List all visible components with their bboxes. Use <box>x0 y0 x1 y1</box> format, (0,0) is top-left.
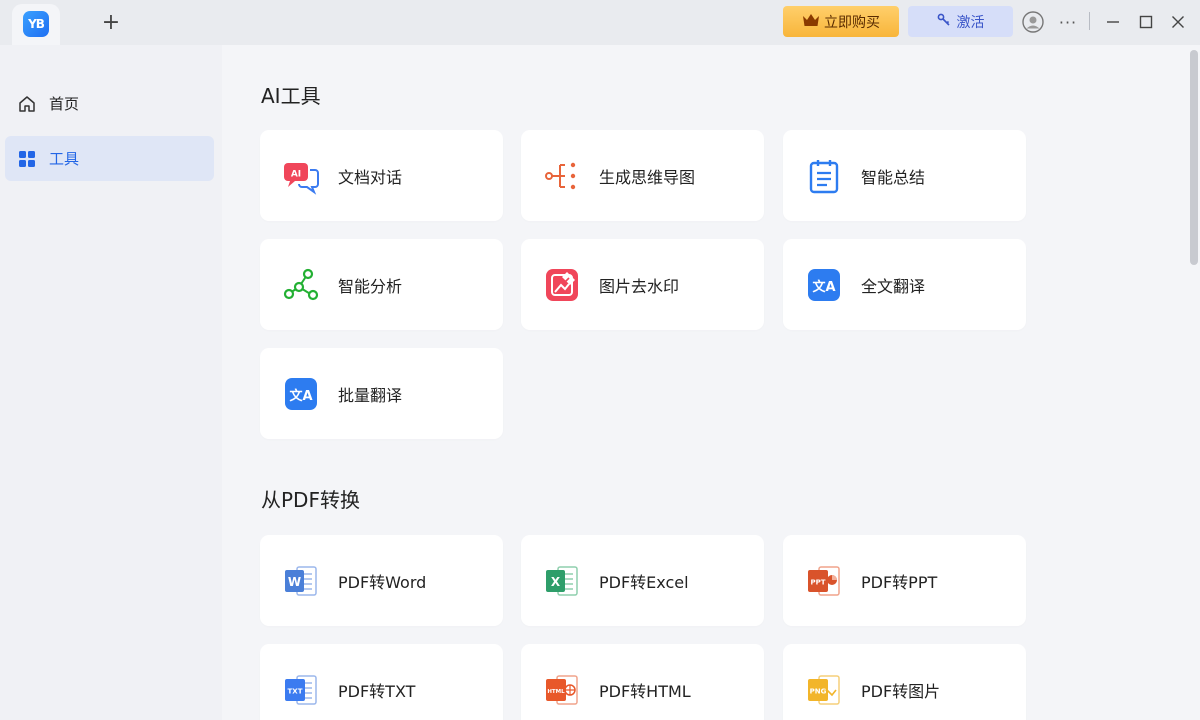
activate-label: 激活 <box>956 14 985 31</box>
txt-icon: TXT <box>282 671 320 709</box>
tool-card-label: 全文翻译 <box>861 276 926 296</box>
sidebar-item-label: 首页 <box>49 95 80 113</box>
tool-card-pdf-to-html[interactable]: HTML PDF转HTML <box>521 644 764 720</box>
buy-now-label: 立即购买 <box>824 14 880 31</box>
tool-card-pdf-to-image[interactable]: PNG PDF转图片 <box>783 644 1026 720</box>
batch-translate-icon: 文A <box>282 375 320 413</box>
tool-card-pdf-to-ppt[interactable]: PPT PDF转PPT <box>783 535 1026 626</box>
tool-card-pdf-to-excel[interactable]: X PDF转Excel <box>521 535 764 626</box>
title-bar: YB + 立即购买 激活 ··· <box>0 0 1200 45</box>
app-logo-icon: YB <box>23 11 49 37</box>
user-avatar-icon[interactable] <box>1021 10 1045 34</box>
tool-card-mindmap[interactable]: 生成思维导图 <box>521 130 764 221</box>
sidebar-item-tools[interactable]: 工具 <box>5 136 214 181</box>
svg-text:W: W <box>288 575 301 589</box>
maximize-icon[interactable] <box>1134 10 1158 34</box>
excel-icon: X <box>543 562 581 600</box>
title-bar-divider <box>1089 12 1090 30</box>
tool-card-smart-analysis[interactable]: 智能分析 <box>260 239 503 330</box>
translate-icon: 文A <box>805 266 843 304</box>
svg-text:文A: 文A <box>812 279 835 295</box>
sidebar-item-label: 工具 <box>49 150 80 168</box>
key-icon <box>937 13 951 31</box>
svg-text:PNG: PNG <box>810 687 827 695</box>
tool-card-label: 图片去水印 <box>599 276 680 296</box>
summary-icon <box>805 157 843 195</box>
main-scrollbar[interactable] <box>1188 45 1200 720</box>
tool-card-label: PDF转PPT <box>861 572 938 592</box>
tool-card-label: 智能分析 <box>338 276 403 296</box>
tool-card-smart-summary[interactable]: 智能总结 <box>783 130 1026 221</box>
section-title-ai-tools: AI工具 <box>261 84 321 108</box>
new-tab-button[interactable]: + <box>100 12 122 34</box>
tool-card-doc-chat[interactable]: AI 文档对话 <box>260 130 503 221</box>
crown-icon <box>802 13 820 31</box>
close-icon[interactable] <box>1166 10 1190 34</box>
home-icon <box>17 94 37 114</box>
ai-chat-icon: AI <box>282 157 320 195</box>
tool-card-full-translate[interactable]: 文A 全文翻译 <box>783 239 1026 330</box>
tool-card-label: 生成思维导图 <box>599 167 696 187</box>
svg-text:文A: 文A <box>289 388 312 404</box>
tool-card-label: PDF转Excel <box>599 572 689 592</box>
tool-card-label: PDF转HTML <box>599 681 691 701</box>
minimize-icon[interactable] <box>1101 10 1125 34</box>
remove-watermark-icon <box>543 266 581 304</box>
ppt-icon: PPT <box>805 562 843 600</box>
sidebar: 首页 工具 <box>0 45 222 720</box>
grid-apps-icon <box>17 149 37 169</box>
tool-card-batch-translate[interactable]: 文A 批量翻译 <box>260 348 503 439</box>
more-menu-icon[interactable]: ··· <box>1056 10 1080 34</box>
analysis-icon <box>282 266 320 304</box>
sidebar-item-home[interactable]: 首页 <box>5 81 214 126</box>
tool-card-label: PDF转图片 <box>861 681 941 701</box>
tool-card-label: 批量翻译 <box>338 385 403 405</box>
image-icon: PNG <box>805 671 843 709</box>
tool-card-remove-watermark[interactable]: 图片去水印 <box>521 239 764 330</box>
buy-now-button[interactable]: 立即购买 <box>783 6 899 37</box>
mindmap-icon <box>543 157 581 195</box>
tool-card-pdf-to-word[interactable]: W PDF转Word <box>260 535 503 626</box>
svg-text:TXT: TXT <box>288 687 303 695</box>
html-icon: HTML <box>543 671 581 709</box>
section-title-from-pdf: 从PDF转换 <box>261 488 360 512</box>
svg-text:PPT: PPT <box>810 578 825 586</box>
tool-card-label: 智能总结 <box>861 167 926 187</box>
app-tab[interactable]: YB <box>12 4 60 45</box>
tool-card-label: PDF转Word <box>338 572 427 592</box>
tool-card-label: PDF转TXT <box>338 681 416 701</box>
tool-card-pdf-to-txt[interactable]: TXT PDF转TXT <box>260 644 503 720</box>
svg-text:AI: AI <box>291 169 301 179</box>
svg-text:X: X <box>551 575 561 589</box>
main-content: AI工具 AI 文档对话 生成思维导图 智能总结 智能分析 图片去水印 文A 全… <box>222 45 1188 720</box>
tool-card-label: 文档对话 <box>338 167 403 187</box>
svg-text:HTML: HTML <box>547 689 565 695</box>
activate-button[interactable]: 激活 <box>908 6 1013 37</box>
word-icon: W <box>282 562 320 600</box>
scrollbar-thumb[interactable] <box>1190 50 1198 265</box>
